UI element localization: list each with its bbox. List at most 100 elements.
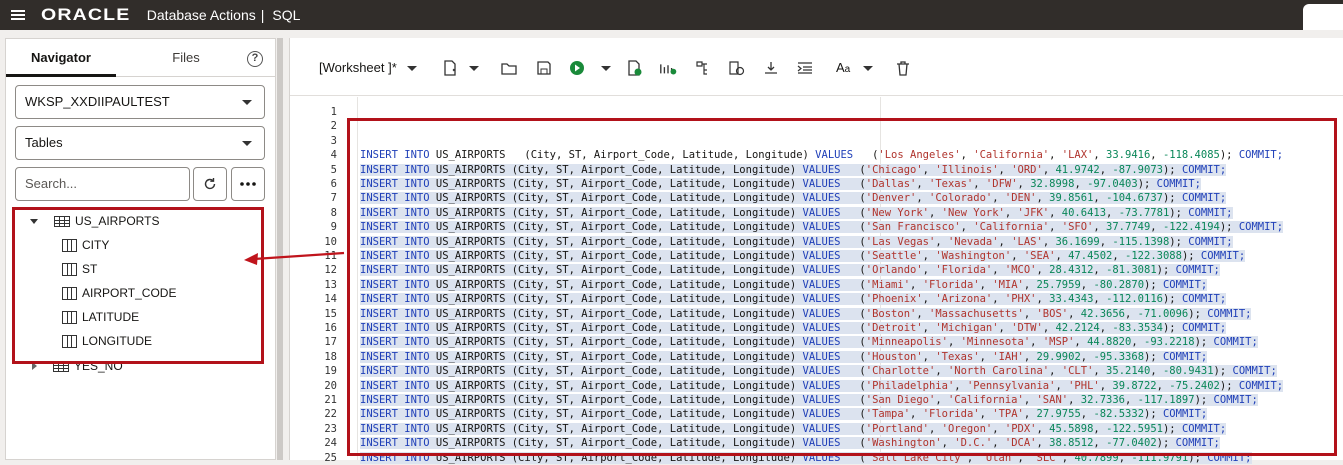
- collapse-arrow-icon[interactable]: [32, 362, 37, 370]
- string-literal: 'Florida': [922, 408, 980, 421]
- expand-arrow-icon[interactable]: [30, 218, 38, 224]
- tree-node-yes-no[interactable]: YES_NO: [32, 355, 123, 377]
- run-options-chevron-icon[interactable]: [601, 66, 611, 71]
- tab-files[interactable]: Files: [146, 39, 226, 77]
- statement: INSERT INTO US_AIRPORTS (City, ST, Airpo…: [360, 163, 1227, 176]
- table-icon: [54, 215, 70, 227]
- punct: );: [1188, 451, 1208, 464]
- punct: ,: [954, 379, 967, 392]
- worksheet-tab[interactable]: [Worksheet ]*: [319, 60, 397, 75]
- new-file-icon[interactable]: [441, 60, 459, 76]
- more-actions-button[interactable]: [231, 167, 265, 201]
- line-number: 17: [324, 336, 337, 349]
- save-icon[interactable]: [535, 60, 553, 76]
- code-line: INSERT INTO US_AIRPORTS (City, ST, Airpo…: [360, 307, 1252, 321]
- run-script-icon[interactable]: [626, 60, 644, 76]
- string-literal: 'SAN': [1036, 394, 1069, 406]
- line-number: 5: [330, 163, 337, 176]
- schema-select[interactable]: WKSP_XXDIIPAULTEST: [15, 85, 265, 119]
- autotrace-icon[interactable]: [694, 60, 712, 76]
- statement: INSERT INTO US_AIRPORTS (City, ST, Airpo…: [360, 264, 1220, 277]
- search-input[interactable]: Search...: [15, 167, 190, 201]
- punct: ,: [998, 235, 1012, 248]
- sql-keyword: COMMIT;: [1232, 365, 1277, 378]
- help-icon[interactable]: ?: [247, 51, 263, 67]
- punct: ,: [1036, 293, 1050, 306]
- punct: (: [840, 307, 866, 320]
- open-folder-icon[interactable]: [500, 60, 518, 76]
- string-literal: 'Florida': [922, 278, 980, 291]
- tree-column-st[interactable]: ST: [62, 258, 97, 280]
- tree-column-city[interactable]: CITY: [62, 234, 109, 256]
- sql-keyword: COMMIT;: [1181, 163, 1227, 176]
- tree-column-longitude[interactable]: LONGITUDE: [62, 330, 152, 352]
- sql-history-icon[interactable]: [727, 60, 745, 76]
- number-literal: -71.0096: [1137, 307, 1189, 320]
- code-line: INSERT INTO US_AIRPORTS (City, ST, Airpo…: [360, 292, 1227, 306]
- code-line: INSERT INTO US_AIRPORTS (City, ST, Airpo…: [360, 393, 1258, 407]
- line-number: 8: [330, 206, 337, 219]
- tab-navigator[interactable]: Navigator: [6, 39, 116, 77]
- punct: ,: [1068, 394, 1081, 406]
- punct: (: [840, 408, 866, 421]
- tree-column-latitude[interactable]: LATITUDE: [62, 306, 139, 328]
- string-literal: 'Illinois': [935, 163, 999, 176]
- format-code-icon[interactable]: [796, 60, 814, 76]
- punct: ,: [1093, 221, 1107, 234]
- column-list: (City, ST, Airport_Code, Latitude, Longi…: [511, 278, 803, 291]
- refresh-button[interactable]: [193, 167, 227, 201]
- font-size-icon[interactable]: Aa: [836, 60, 850, 75]
- sql-editor[interactable]: 1 2 3 4 5 6 7 8 9 10 11 12 13 14 15 16 17 18 19 20 21 22 23 24 2…: [290, 97, 1343, 464]
- number-literal: -118.4085: [1162, 149, 1220, 162]
- number-literal: 40.6413: [1061, 206, 1107, 219]
- number-literal: -87.9073: [1112, 163, 1163, 176]
- punct: );: [1194, 394, 1214, 406]
- line-number: 19: [324, 365, 337, 378]
- explain-plan-icon[interactable]: [659, 60, 677, 76]
- punct: ,: [1093, 437, 1107, 450]
- run-statement-icon[interactable]: [569, 60, 587, 76]
- statement: INSERT INTO US_AIRPORTS (City, ST, Airpo…: [360, 192, 1227, 205]
- number-literal: 42.2124: [1055, 322, 1100, 334]
- sql-keyword: INSERT INTO: [360, 250, 430, 262]
- string-literal: 'Oregon': [941, 422, 993, 435]
- punct: (: [840, 336, 866, 349]
- font-size-chevron-icon[interactable]: [863, 66, 873, 71]
- sql-keyword: INSERT INTO: [360, 278, 430, 291]
- hamburger-menu-icon[interactable]: [11, 10, 25, 20]
- string-literal: 'Miami': [865, 278, 911, 291]
- string-literal: 'DEN': [1004, 192, 1037, 205]
- string-literal: 'TPA': [992, 408, 1024, 421]
- tree-node-us-airports[interactable]: US_AIRPORTS: [30, 210, 159, 232]
- punct: ,: [922, 163, 936, 176]
- new-file-chevron-icon[interactable]: [469, 66, 479, 71]
- string-literal: 'San Diego': [865, 394, 936, 406]
- number-literal: 35.2140: [1106, 365, 1151, 378]
- table-ref: US_AIRPORTS: [429, 336, 512, 349]
- number-literal: 39.8561: [1049, 192, 1094, 205]
- punct: ,: [922, 350, 936, 363]
- worksheet-menu-chevron-icon[interactable]: [407, 66, 417, 71]
- trash-icon[interactable]: [894, 60, 912, 76]
- number-literal: -111.9791: [1131, 451, 1189, 464]
- punct: );: [1162, 322, 1182, 334]
- statement: INSERT INTO US_AIRPORTS (City, ST, Airpo…: [360, 293, 1227, 306]
- sql-keyword: COMMIT;: [1200, 250, 1246, 262]
- download-icon[interactable]: [762, 60, 780, 76]
- line-number: 22: [324, 408, 337, 421]
- tree-column-airport-code[interactable]: AIRPORT_CODE: [62, 282, 176, 304]
- column-list: (City, ST, Airport_Code, Latitude, Longi…: [511, 350, 803, 363]
- number-literal: 33.4343: [1049, 293, 1094, 306]
- code-line: INSERT INTO US_AIRPORTS (City, ST, Airpo…: [360, 379, 1284, 393]
- object-type-select[interactable]: Tables: [15, 126, 265, 160]
- punct: ,: [979, 350, 993, 363]
- punct: ,: [1093, 422, 1107, 435]
- number-literal: -77.0402: [1106, 437, 1157, 450]
- sql-keyword: VALUES: [802, 206, 841, 219]
- punct: ,: [960, 221, 974, 234]
- statement: INSERT INTO US_AIRPORTS (City, ST, Airpo…: [360, 206, 1233, 219]
- schema-select-value: WKSP_XXDIIPAULTEST: [25, 94, 170, 109]
- punct: );: [1219, 379, 1239, 392]
- table-ref: US_AIRPORTS: [429, 293, 512, 306]
- sql-keyword: COMMIT;: [1181, 293, 1227, 306]
